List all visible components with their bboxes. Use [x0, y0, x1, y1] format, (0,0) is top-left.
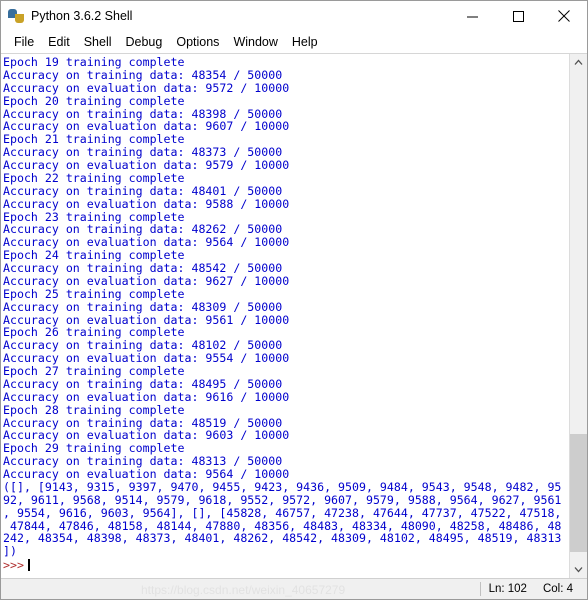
scroll-thumb[interactable] [570, 434, 587, 552]
scroll-up-button[interactable] [570, 54, 587, 71]
menu-item-help[interactable]: Help [285, 33, 325, 51]
menu-item-file[interactable]: File [7, 33, 41, 51]
maximize-icon [512, 10, 524, 22]
menu-item-shell[interactable]: Shell [77, 33, 119, 51]
console-line: Epoch 27 training complete [3, 364, 185, 378]
prompt-symbol: >>> [3, 557, 24, 572]
console-line: Epoch 22 training complete [3, 170, 185, 185]
console-line: ([], [9143, 9315, 9397, 9470, 9455, 9423… [3, 479, 562, 494]
console-line: 92, 9611, 9568, 9514, 9579, 9618, 9552, … [3, 492, 562, 507]
console-line: Epoch 20 training complete [3, 93, 185, 108]
caption-buttons [449, 1, 587, 31]
console-line: Accuracy on evaluation data: 9588 / 1000… [3, 196, 290, 211]
console-line: Epoch 19 training complete [3, 55, 185, 69]
console-line: Accuracy on training data: 48401 / 50000 [3, 183, 283, 198]
console-line: Accuracy on training data: 48354 / 50000 [3, 67, 283, 82]
python-logo-icon [8, 8, 24, 24]
shell-prompt-line[interactable]: >>> [3, 558, 569, 572]
vertical-scrollbar[interactable] [569, 54, 587, 578]
menu-bar: File Edit Shell Debug Options Window Hel… [1, 31, 587, 54]
console-line: Epoch 28 training complete [3, 402, 185, 417]
console-line: Accuracy on evaluation data: 9572 / 1000… [3, 80, 290, 95]
idle-shell-window: Python 3.6.2 Shell File Edit Shell Debug… [0, 0, 588, 600]
close-button[interactable] [541, 1, 587, 31]
console-line: Accuracy on evaluation data: 9616 / 1000… [3, 389, 290, 404]
menu-item-window[interactable]: Window [226, 33, 284, 51]
console-line: Accuracy on evaluation data: 9627 / 1000… [3, 273, 290, 288]
scroll-track[interactable] [570, 71, 587, 561]
console-line: , 9554, 9616, 9603, 9564], [], [45828, 4… [3, 505, 562, 520]
console-line: Accuracy on evaluation data: 9564 / 1000… [3, 467, 290, 481]
console-line: 242, 48354, 48398, 48373, 48401, 48262, … [3, 531, 562, 546]
console-line: Accuracy on evaluation data: 9579 / 1000… [3, 158, 290, 172]
watermark-text: https://blog.csdn.net/weixin_40657279 [141, 583, 346, 597]
minimize-icon [466, 16, 478, 17]
console-line: Accuracy on training data: 48542 / 50000 [3, 261, 283, 275]
text-cursor [27, 559, 30, 572]
status-column-number: Col: 4 [542, 583, 573, 595]
shell-output-pane[interactable]: Epoch 19 training complete Accuracy on tr… [1, 54, 569, 578]
menu-item-debug[interactable]: Debug [119, 33, 170, 51]
console-line: ]) [3, 544, 17, 559]
maximize-button[interactable] [495, 1, 541, 31]
chevron-up-icon [574, 59, 583, 65]
status-bar: https://blog.csdn.net/weixin_40657279 Ln… [1, 578, 587, 599]
console-output: Epoch 19 training complete Accuracy on tr… [3, 56, 569, 558]
console-line: Accuracy on training data: 48495 / 50000 [3, 376, 283, 391]
scroll-down-button[interactable] [570, 561, 587, 578]
window-title: Python 3.6.2 Shell [31, 9, 133, 23]
minimize-button[interactable] [449, 1, 495, 31]
menu-item-options[interactable]: Options [169, 33, 226, 51]
close-icon [558, 10, 570, 22]
menu-item-edit[interactable]: Edit [41, 33, 77, 51]
console-line: Epoch 25 training complete [3, 286, 185, 301]
status-line-number: Ln: 102 [488, 583, 527, 595]
title-bar: Python 3.6.2 Shell [1, 1, 587, 31]
console-line: Accuracy on training data: 48309 / 50000 [3, 299, 283, 314]
shell-body: Epoch 19 training complete Accuracy on tr… [1, 54, 587, 578]
chevron-down-icon [574, 567, 583, 573]
